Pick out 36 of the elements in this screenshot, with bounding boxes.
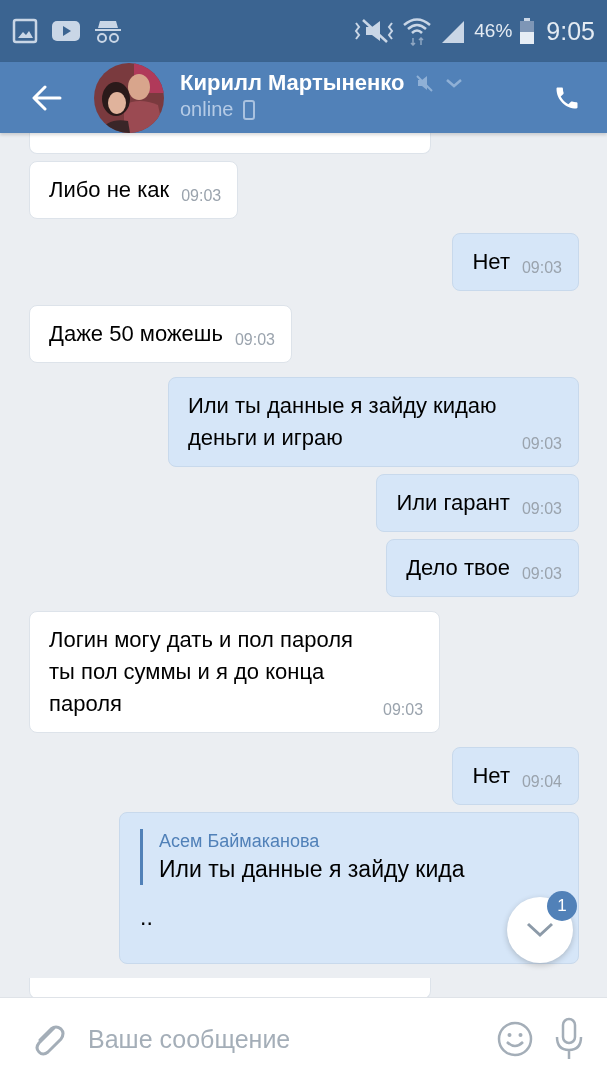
microphone-icon[interactable] — [555, 1017, 583, 1061]
online-status: online — [180, 98, 234, 121]
message-text: Или гарант — [396, 489, 510, 517]
battery-icon — [520, 18, 535, 44]
message-time: 09:03 — [521, 436, 562, 452]
quote-text: Или ты данные я зайду кида — [159, 855, 466, 884]
message-text: Или ты данные я зайду кидаю деньги и играю — [187, 392, 498, 452]
message-time: 09:03 — [521, 501, 562, 517]
message-time: 09:03 — [521, 566, 562, 582]
clock-time: 9:05 — [546, 16, 595, 46]
quoted-message[interactable]: Асем Баймаканова Или ты данные я зайду кида — [140, 829, 558, 885]
gallery-icon — [12, 18, 38, 44]
message-time: 09:03 — [234, 332, 275, 348]
message-text: Либо не как — [49, 176, 170, 204]
message-text: Даже 50 можешь — [49, 320, 223, 348]
message-input-field[interactable]: Ваше сообщение — [88, 1018, 475, 1060]
message-time: 09:03 — [521, 260, 562, 276]
message-text: Нет — [472, 762, 510, 790]
message-text: Нет — [472, 248, 510, 276]
vibrate-mute-icon — [354, 18, 395, 44]
message-time: 09:04 — [521, 774, 562, 790]
quote-author: Асем Баймаканова — [159, 830, 321, 853]
message-time: 09:03 — [383, 702, 424, 718]
message-time: 09:03 — [181, 188, 222, 204]
message-text: Логин могу дать и пол пароля ты пол суммы и я до конца пароля — [49, 626, 354, 718]
wifi-icon — [402, 16, 433, 46]
mobile-phone-icon — [243, 99, 256, 120]
contact-name[interactable]: Кирилл Мартыненко — [180, 70, 405, 96]
battery-percent: 46% — [474, 20, 513, 42]
back-arrow-icon[interactable] — [32, 84, 62, 111]
incognito-icon — [94, 18, 122, 44]
message-text: .. — [140, 903, 153, 932]
chevron-down-icon — [525, 921, 555, 939]
smiley-icon[interactable] — [497, 1021, 533, 1057]
video-play-icon — [52, 20, 80, 42]
message-text: Дело твое — [406, 554, 510, 582]
